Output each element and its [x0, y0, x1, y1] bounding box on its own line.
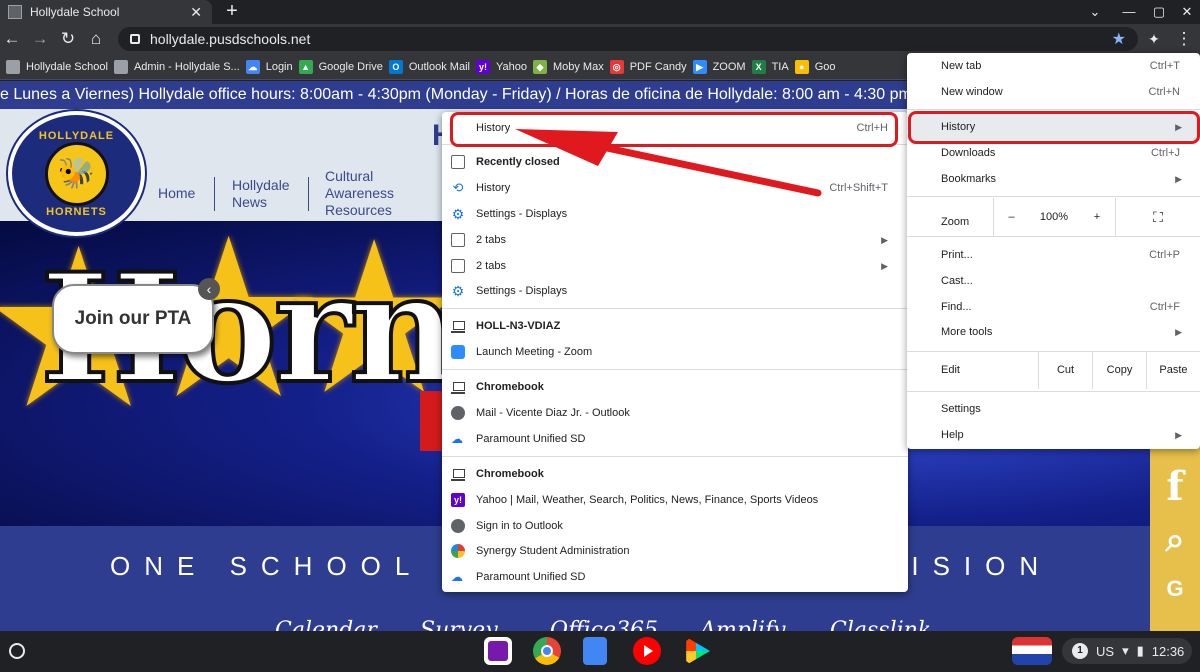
- launcher-icon[interactable]: [9, 643, 25, 659]
- locale-label: US: [1096, 643, 1115, 659]
- status-tray[interactable]: 1 US ▾ ▮ 12:36: [1062, 638, 1192, 664]
- clock: 12:36: [1151, 643, 1185, 659]
- battery-icon: ▮: [1136, 643, 1144, 658]
- tray-avatar[interactable]: [1012, 637, 1052, 665]
- chrome-icon[interactable]: [533, 637, 561, 665]
- notification-badge: 1: [1072, 643, 1088, 659]
- docs-icon[interactable]: [583, 637, 607, 665]
- annotation-arrow: [515, 129, 822, 197]
- youtube-icon[interactable]: [633, 637, 661, 665]
- onenote-icon[interactable]: [484, 637, 512, 665]
- wifi-icon: ▾: [1122, 643, 1129, 658]
